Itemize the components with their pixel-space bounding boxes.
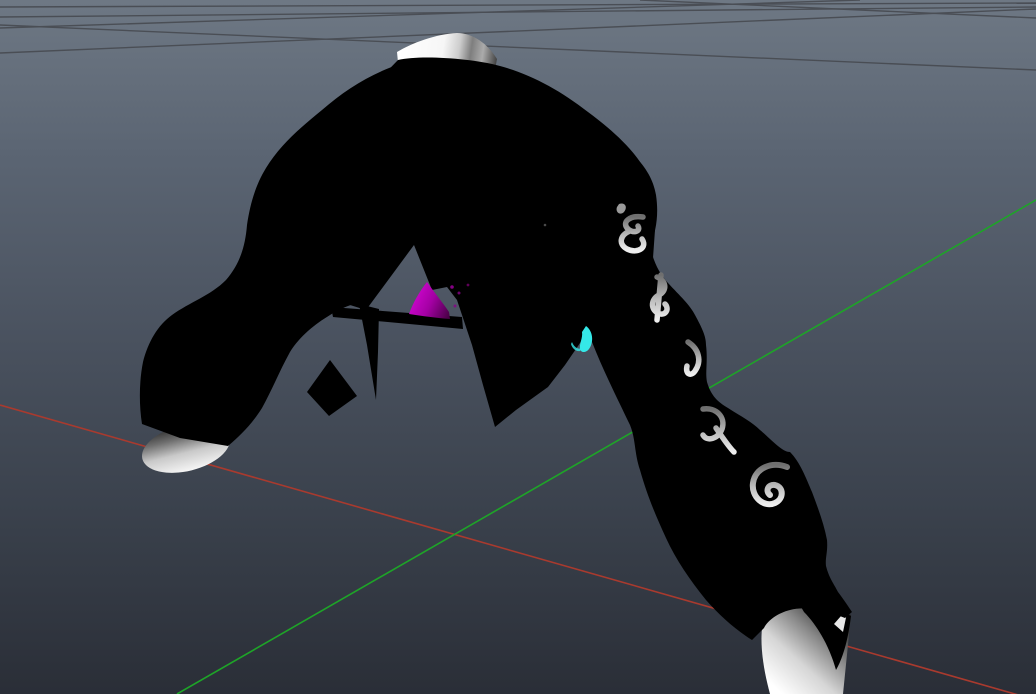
viewport-canvas[interactable]: [0, 0, 1036, 694]
magenta-speck: [453, 304, 457, 308]
fabric-speck: [543, 223, 547, 227]
magenta-speck: [450, 285, 454, 289]
magenta-speck: [466, 283, 470, 287]
3d-viewport[interactable]: [0, 0, 1036, 694]
magenta-speck: [457, 291, 461, 295]
